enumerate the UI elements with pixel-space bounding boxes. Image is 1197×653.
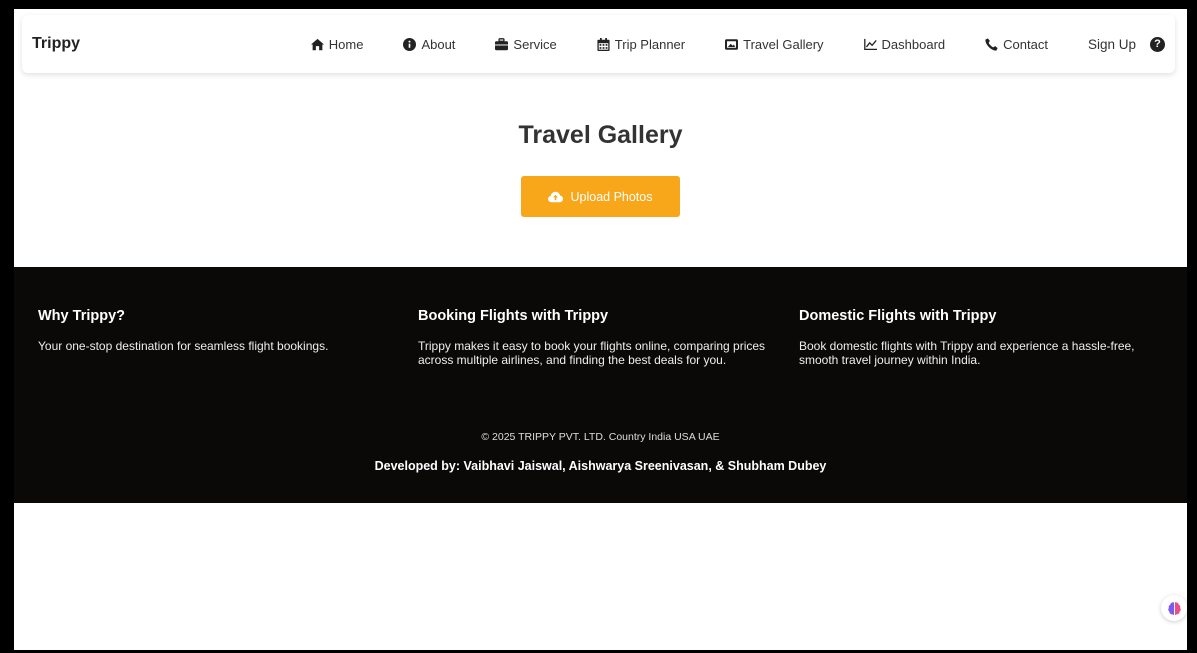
nav-dashboard-label: Dashboard <box>881 36 946 52</box>
nav-travel-gallery-label: Travel Gallery <box>743 36 824 52</box>
nav-service-label: Service <box>513 36 557 52</box>
info-icon <box>403 37 417 51</box>
nav-trip-planner[interactable]: Trip Planner <box>597 37 685 52</box>
nav-service[interactable]: Service <box>495 36 557 52</box>
home-icon <box>310 38 324 51</box>
nav-home-label: Home <box>328 36 364 52</box>
nav-home[interactable]: Home <box>310 36 364 52</box>
navbar: Trippy Home About Service Trip Planner T… <box>22 15 1175 73</box>
signup-link[interactable]: Sign Up <box>1088 37 1136 52</box>
cloud-upload-icon <box>548 191 564 202</box>
upload-photos-label: Upload Photos <box>570 189 653 204</box>
footer-col-title: Booking Flights with Trippy <box>418 308 609 324</box>
footer-col-text: Book domestic flights with Trippy and ex… <box>799 339 1135 367</box>
nav-contact-label: Contact <box>1003 36 1048 52</box>
nav-dashboard[interactable]: Dashboard <box>863 36 946 52</box>
brand-logo[interactable]: Trippy <box>32 35 80 53</box>
footer-col-domestic: Domestic Flights with Trippy Book domest… <box>799 308 1149 367</box>
briefcase-icon <box>495 37 509 51</box>
images-icon <box>725 38 739 51</box>
footer-col-booking: Booking Flights with Trippy Trippy makes… <box>418 308 768 367</box>
page-title: Travel Gallery <box>518 121 683 149</box>
upload-photos-button[interactable]: Upload Photos <box>521 176 680 217</box>
nav-trip-planner-label: Trip Planner <box>614 36 686 52</box>
footer: Why Trippy? Your one-stop destination fo… <box>14 267 1187 503</box>
nav-links: Home About Service Trip Planner Travel G… <box>310 36 1165 52</box>
nav-contact[interactable]: Contact <box>985 37 1048 52</box>
copyright-text: © 2025 TRIPPY PVT. LTD. Country India US… <box>481 431 720 443</box>
developer-credits: Developed by: Vaibhavi Jaiswal, Aishwary… <box>374 459 827 473</box>
nav-travel-gallery[interactable]: Travel Gallery <box>725 36 824 52</box>
brain-icon <box>1167 601 1181 615</box>
nav-about-label: About <box>421 36 456 52</box>
help-icon[interactable]: ? <box>1150 36 1165 52</box>
assistant-button[interactable] <box>1161 595 1187 621</box>
footer-col-text: Your one-stop destination for seamless f… <box>38 339 329 353</box>
footer-col-text: Trippy makes it easy to book your flight… <box>418 339 766 367</box>
browser-viewport: Trippy Home About Service Trip Planner T… <box>14 9 1187 650</box>
footer-col-why: Why Trippy? Your one-stop destination fo… <box>38 308 388 353</box>
phone-icon <box>985 37 998 51</box>
calendar-icon <box>597 37 610 51</box>
chart-line-icon <box>863 38 877 51</box>
footer-col-title: Why Trippy? <box>38 308 125 324</box>
nav-about[interactable]: About <box>403 37 455 52</box>
footer-col-title: Domestic Flights with Trippy <box>799 308 997 324</box>
